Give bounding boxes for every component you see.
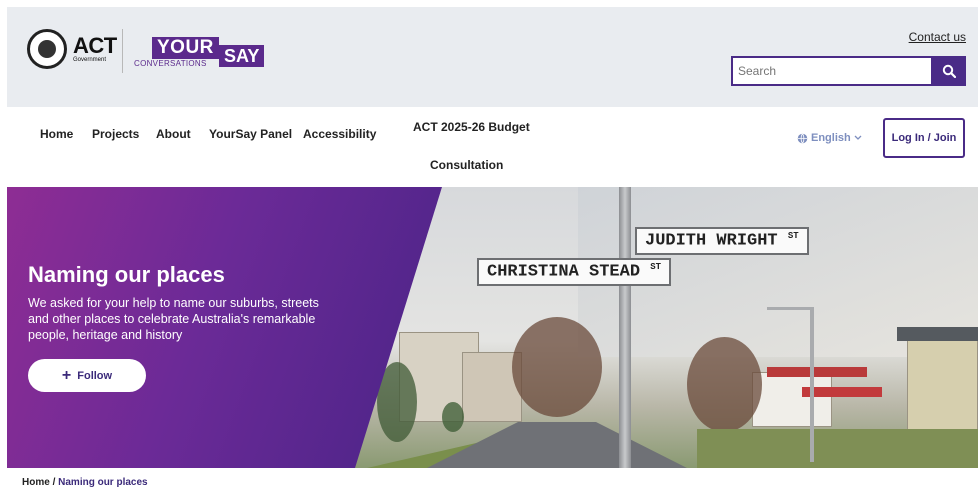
yoursay-logo-your: YOUR	[152, 37, 219, 59]
login-join-button[interactable]: Log In / Join	[883, 118, 965, 158]
logo-divider	[122, 29, 123, 73]
street-sign-christina-stead: CHRISTINA STEAD ST	[477, 258, 672, 286]
page: ACT Government YOUR CONVERSATIONS SAY Co…	[0, 0, 978, 490]
search-bar	[731, 56, 966, 86]
nav-home[interactable]: Home	[40, 127, 73, 141]
nav-yoursay-panel[interactable]: YourSay Panel	[209, 127, 292, 141]
follow-label: Follow	[77, 369, 113, 382]
globe-icon	[797, 133, 808, 143]
chevron-down-icon	[854, 135, 862, 140]
contact-us-link[interactable]: Contact us	[909, 30, 966, 44]
nav-about[interactable]: About	[156, 127, 191, 141]
sign-pole	[619, 187, 631, 468]
yoursay-logo[interactable]: YOUR CONVERSATIONS SAY	[134, 37, 274, 71]
act-government-logo[interactable]: ACT Government	[27, 29, 117, 69]
follow-button[interactable]: + Follow	[28, 359, 146, 392]
yoursay-logo-conversations: CONVERSATIONS	[134, 59, 207, 68]
plus-icon: +	[61, 366, 72, 384]
street-sign-1-text: JUDITH WRIGHT	[645, 231, 778, 251]
search-button[interactable]	[931, 56, 966, 86]
nav-accessibility[interactable]: Accessibility	[303, 127, 376, 141]
breadcrumb-separator: /	[49, 477, 59, 488]
breadcrumb-current: Naming our places	[58, 477, 148, 488]
search-input[interactable]	[731, 56, 931, 86]
hero-description: We asked for your help to name our subur…	[28, 296, 319, 342]
street-sign-judith-wright: JUDITH WRIGHT ST	[635, 227, 809, 255]
street-sign-2-suffix: ST	[650, 262, 662, 272]
act-logo-text: ACT	[73, 33, 117, 58]
nav-budget-consultation-line2[interactable]: Consultation	[430, 158, 503, 172]
street-sign-1-suffix: ST	[787, 231, 799, 241]
act-crest-icon	[27, 29, 67, 69]
breadcrumb-home[interactable]: Home	[22, 477, 50, 488]
breadcrumb: Home / Naming our places	[22, 477, 148, 488]
language-selector[interactable]: English	[797, 132, 862, 144]
hero-title: Naming our places	[28, 262, 225, 287]
search-icon	[942, 64, 956, 78]
street-sign-2-text: CHRISTINA STEAD	[487, 262, 641, 282]
site-header: ACT Government YOUR CONVERSATIONS SAY Co…	[7, 7, 978, 107]
main-nav: Home Projects About YourSay Panel Access…	[0, 107, 978, 187]
language-label: English	[811, 132, 851, 144]
nav-budget-consultation-line1[interactable]: ACT 2025-26 Budget	[413, 120, 530, 134]
yoursay-logo-say: SAY	[219, 45, 265, 67]
hero-banner: JUDITH WRIGHT ST CHRISTINA STEAD ST Nami…	[7, 187, 978, 468]
act-logo-subtext: Government	[73, 57, 107, 63]
nav-projects[interactable]: Projects	[92, 127, 139, 141]
